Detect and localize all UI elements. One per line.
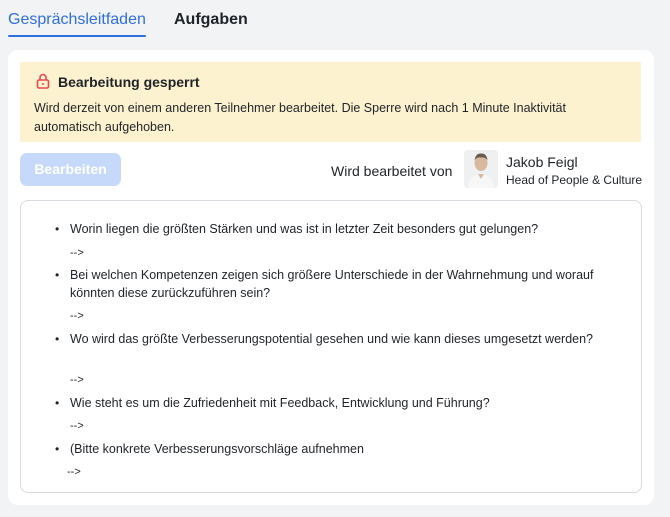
editor-role: Head of People & Culture <box>506 173 643 187</box>
editor-name: Jakob Feigl <box>506 154 578 170</box>
lock-banner-message: Wird derzeit von einem anderen Teilnehme… <box>34 101 566 134</box>
list-item: • Bei welchen Kompetenzen zeigen sich gr… <box>55 266 620 302</box>
bullet-icon: • <box>55 268 60 282</box>
lock-banner: Bearbeitung gesperrt Wird derzeit von ei… <box>20 62 641 142</box>
edited-by-label: Wird bearbeitet von <box>331 163 453 179</box>
edit-button[interactable]: Bearbeiten <box>20 153 121 186</box>
list-item: • Wo wird das größte Verbesserungspotent… <box>55 330 620 348</box>
list-item: • Wie steht es um die Zufriedenheit mit … <box>55 394 620 412</box>
tab-aufgaben[interactable]: Aufgaben <box>174 10 248 30</box>
tab-gespraechsleitfaden[interactable]: Gesprächsleitfaden <box>8 10 146 37</box>
arrow-marker: --> <box>67 466 81 478</box>
bullet-icon: • <box>55 442 60 456</box>
list-item: • Worin liegen die größten Stärken und w… <box>55 220 620 238</box>
list-item-text: Wie steht es um die Zufriedenheit mit Fe… <box>70 396 490 410</box>
list-item-text: Bei welchen Kompetenzen zeigen sich größ… <box>70 268 594 300</box>
main-panel: Bearbeitung gesperrt Wird derzeit von ei… <box>8 50 654 505</box>
arrow-marker: --> <box>70 420 84 432</box>
avatar <box>464 150 498 188</box>
list-item-text: Wo wird das größte Verbesserungspotentia… <box>70 332 593 346</box>
bullet-icon: • <box>55 332 60 346</box>
bullet-icon: • <box>55 222 60 236</box>
lock-banner-title: Bearbeitung gesperrt <box>58 74 200 90</box>
lock-icon <box>36 73 50 89</box>
guide-content-box: • Worin liegen die größten Stärken und w… <box>20 200 642 493</box>
list-item-text: Worin liegen die größten Stärken und was… <box>70 222 539 236</box>
arrow-marker: --> <box>70 374 84 386</box>
bullet-icon: • <box>55 396 60 410</box>
arrow-marker: --> <box>70 310 84 322</box>
list-item-text: (Bitte konkrete Verbesserungsvorschläge … <box>70 442 364 456</box>
tab-bar: Gesprächsleitfaden Aufgaben <box>0 0 670 44</box>
arrow-marker: --> <box>70 247 84 259</box>
list-item: • (Bitte konkrete Verbesserungsvorschläg… <box>55 440 620 458</box>
